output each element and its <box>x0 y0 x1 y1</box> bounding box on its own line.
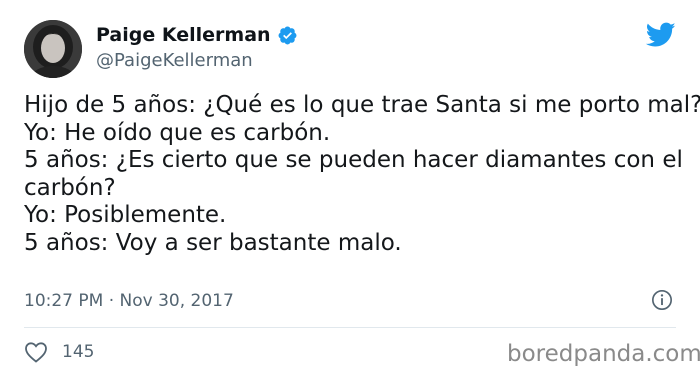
tweet-line: 5 años: Voy a ser bastante malo. <box>24 229 402 256</box>
info-icon[interactable] <box>651 289 673 311</box>
verified-badge-icon <box>278 26 297 44</box>
tweet-line: Yo: Posiblemente. <box>24 202 227 228</box>
tweet-line: Hijo de 5 años: ¿Qué es lo que trae Sant… <box>24 92 700 118</box>
heart-icon <box>25 342 47 363</box>
tweet-line: 5 años: ¿Es cierto que se pueden hacer d… <box>24 147 683 173</box>
tweet-timestamp[interactable]: 10:27 PM · Nov 30, 2017 <box>24 290 234 312</box>
author-name-row: Paige Kellerman <box>96 23 298 47</box>
tweet-text: Hijo de 5 años: ¿Qué es lo que trae Sant… <box>24 92 700 257</box>
author-display-name[interactable]: Paige Kellerman <box>96 23 271 47</box>
likes-count: 145 <box>62 342 95 362</box>
tweet-line: Yo: He oído que es carbón. <box>24 119 331 146</box>
twitter-bird-icon[interactable] <box>646 22 676 48</box>
avatar[interactable] <box>24 20 82 78</box>
tweet-line: carbón? <box>24 174 116 201</box>
avatar-photo-icon <box>24 20 82 78</box>
author-handle[interactable]: @PaigeKellerman <box>96 50 253 72</box>
watermark: boredpanda.com <box>507 341 700 367</box>
divider <box>24 327 676 328</box>
like-button[interactable]: 145 <box>24 341 94 363</box>
